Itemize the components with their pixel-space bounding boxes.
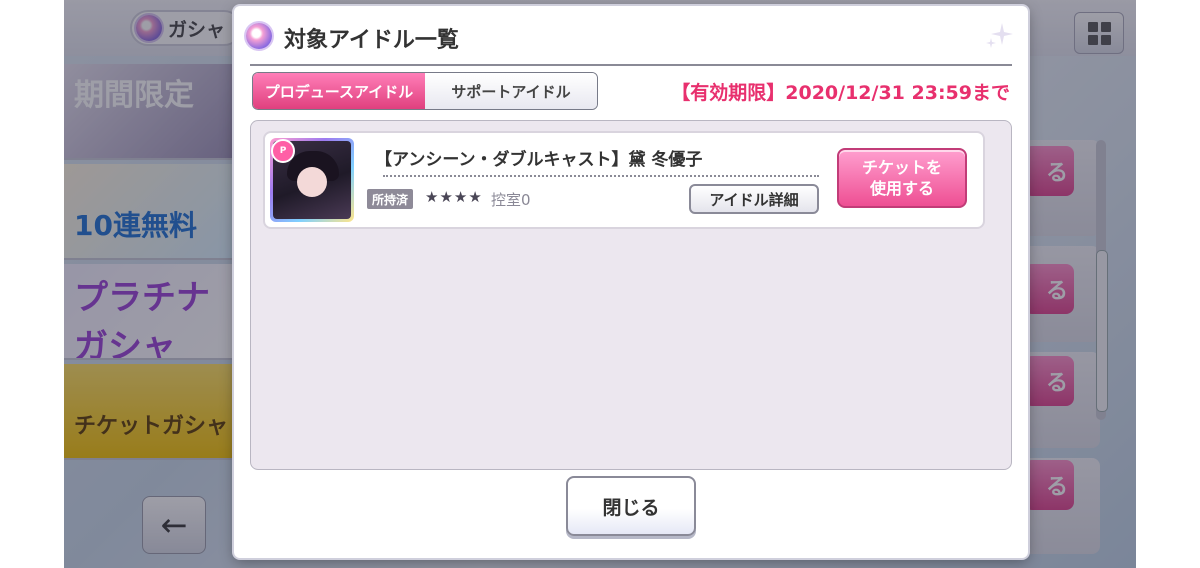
dialog-title: 対象アイドル一覧 xyxy=(284,28,459,53)
produce-type-badge: P xyxy=(271,139,295,163)
idol-face xyxy=(297,167,327,197)
idol-list[interactable]: P 【アンシーン・ダブルキャスト】黛 冬優子 所持済 ★★★★ 控室0 アイドル… xyxy=(250,120,1012,470)
tab-produce-idol[interactable]: プロデュースアイドル xyxy=(253,73,425,109)
target-idol-list-dialog: 対象アイドル一覧 プロデュースアイドル サポートアイドル 【有効期限】2020/… xyxy=(234,6,1028,558)
validity-period: 【有効期限】2020/12/31 23:59まで xyxy=(671,82,1010,104)
idol-type-tabs: プロデュースアイドル サポートアイドル xyxy=(252,72,598,110)
dotted-divider xyxy=(383,175,819,177)
tab-support-idol[interactable]: サポートアイドル xyxy=(425,73,597,109)
sparkle-icon xyxy=(986,23,1013,48)
use-ticket-button[interactable]: チケットを 使用する xyxy=(837,148,967,208)
title-divider xyxy=(250,64,1012,66)
list-item: P 【アンシーン・ダブルキャスト】黛 冬優子 所持済 ★★★★ 控室0 アイドル… xyxy=(263,131,985,229)
idol-name: 【アンシーン・ダブルキャスト】黛 冬優子 xyxy=(375,150,703,170)
rarity-stars: ★★★★ xyxy=(425,188,483,206)
idol-thumbnail[interactable]: P xyxy=(270,138,354,222)
close-button[interactable]: 閉じる xyxy=(566,476,696,536)
idol-detail-button[interactable]: アイドル詳細 xyxy=(689,184,819,214)
owned-badge: 所持済 xyxy=(367,189,414,209)
gacha-orb-icon xyxy=(246,23,272,49)
room-count: 控室0 xyxy=(491,191,531,209)
